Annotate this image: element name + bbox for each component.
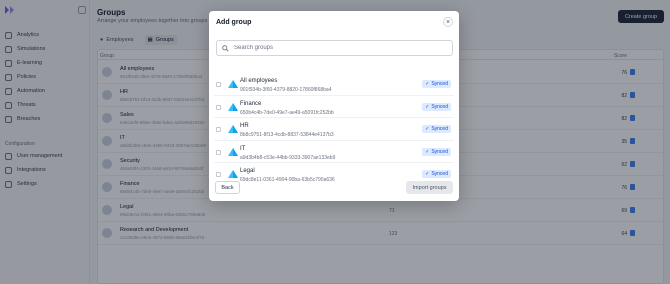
close-icon[interactable]: × bbox=[443, 17, 453, 27]
azure-icon bbox=[228, 102, 238, 111]
row-checkbox[interactable] bbox=[216, 82, 221, 87]
search-field[interactable] bbox=[216, 40, 453, 56]
group-list: All employees 901f934b-3f60-4379-8820-178… bbox=[214, 73, 454, 186]
row-checkbox[interactable] bbox=[216, 172, 221, 177]
status-badge: ✓ Synced bbox=[422, 170, 451, 178]
azure-icon bbox=[228, 170, 238, 178]
group-id: 650b4c4b-7de0-49e7-ae49-a5091fc252bb bbox=[240, 109, 334, 116]
back-button[interactable]: Back bbox=[215, 181, 240, 194]
dialog-title: Add group bbox=[216, 19, 252, 26]
azure-icon bbox=[228, 125, 238, 133]
search-input[interactable] bbox=[234, 45, 434, 51]
azure-icon bbox=[228, 80, 238, 88]
list-item[interactable]: HR 8b8c9751-8f13-4cdb-8837-53844e4137b3 ✓ S… bbox=[214, 118, 454, 141]
list-item[interactable]: IT a9d3b4b8-c53e-44bb-9333-3907ae133eb9 ✓ S… bbox=[214, 141, 454, 163]
status-badge: ✓ Synced bbox=[422, 147, 451, 156]
row-checkbox[interactable] bbox=[216, 104, 221, 110]
list-item[interactable]: Finance 650b4c4b-7de0-49e7-ae49-a5091fc25… bbox=[214, 96, 454, 118]
status-label: Synced bbox=[431, 81, 448, 87]
search-icon bbox=[222, 44, 229, 52]
check-icon: ✓ bbox=[425, 126, 430, 132]
group-id: 901f934b-3f60-4379-8820-17860f868ba4 bbox=[240, 87, 332, 93]
group-name: All employees bbox=[240, 78, 278, 84]
check-icon: ✓ bbox=[425, 81, 430, 87]
group-id: 69dc8e11-0361-4904-90ba-63b5c790a636 bbox=[240, 177, 335, 183]
status-label: Synced bbox=[431, 126, 448, 132]
group-name: IT bbox=[240, 145, 246, 152]
status-badge: ✓ Synced bbox=[422, 80, 451, 88]
group-name: Legal bbox=[240, 168, 255, 174]
status-label: Synced bbox=[431, 171, 448, 177]
add-group-dialog: Add group × All employees 901f934b-3f60-4… bbox=[209, 11, 459, 201]
group-id: 8b8c9751-8f13-4cdb-8837-53844e4137b3 bbox=[240, 132, 334, 138]
check-icon: ✓ bbox=[425, 103, 430, 110]
row-checkbox[interactable] bbox=[216, 149, 221, 155]
status-badge: ✓ Synced bbox=[422, 102, 451, 111]
status-label: Synced bbox=[431, 148, 448, 155]
group-id: a9d3b4b8-c53e-44bb-9333-3907ae133eb9 bbox=[240, 154, 336, 161]
list-item[interactable]: All employees 901f934b-3f60-4379-8820-178… bbox=[214, 73, 454, 96]
group-name: Finance bbox=[240, 100, 262, 107]
status-label: Synced bbox=[431, 103, 448, 110]
status-badge: ✓ Synced bbox=[422, 125, 451, 133]
group-name: HR bbox=[240, 123, 249, 129]
check-icon: ✓ bbox=[425, 148, 430, 155]
check-icon: ✓ bbox=[425, 171, 430, 177]
import-groups-button[interactable]: Import groups bbox=[406, 181, 453, 194]
row-checkbox[interactable] bbox=[216, 127, 221, 132]
azure-icon bbox=[228, 147, 238, 156]
